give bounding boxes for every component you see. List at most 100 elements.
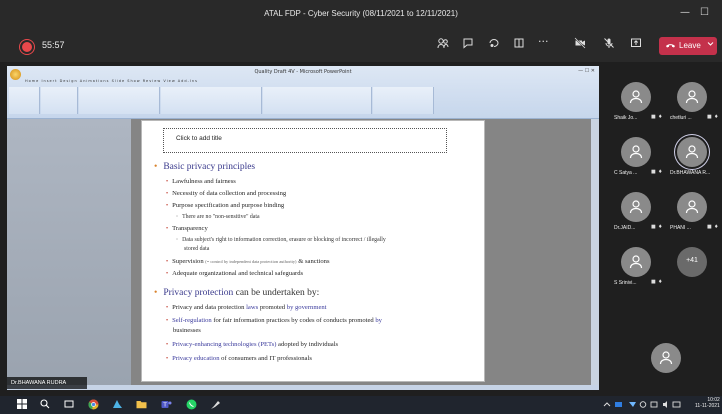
slide: Click to add title • Basic privacy princi… xyxy=(141,120,485,382)
camera-off-icon: ■ xyxy=(707,224,712,230)
rooms-icon[interactable] xyxy=(513,37,525,52)
mic-off-icon: ♦ xyxy=(658,169,663,175)
avatar xyxy=(677,137,707,167)
slide-bullet: • Supervision (= control by independent d… xyxy=(166,258,330,265)
file-explorer-icon[interactable] xyxy=(136,399,147,412)
participant-tile[interactable]: S Srinivi... ■ ♦ xyxy=(609,245,663,293)
mic-off-icon: ♦ xyxy=(714,114,719,120)
system-tray-icons[interactable] xyxy=(602,400,682,411)
participant-tile[interactable]: PHANI ... ■ ♦ xyxy=(665,190,719,238)
minimize-button[interactable]: — xyxy=(680,7,690,18)
mic-off-icon: ♦ xyxy=(714,224,719,230)
recording-icon xyxy=(22,42,32,52)
slide-bullet: • Self-regulation for fair information pr… xyxy=(166,317,382,324)
avatar xyxy=(621,192,651,222)
shared-screen: Quality Draft 4V - Microsoft PowerPoint … xyxy=(7,66,599,390)
chat-icon[interactable] xyxy=(462,37,474,52)
camera-off-icon: ■ xyxy=(707,114,712,120)
participant-name: Dr.JAID... xyxy=(614,225,636,231)
ppt-ribbon: Quality Draft 4V - Microsoft PowerPoint … xyxy=(7,66,599,119)
participant-name: PHANI ... xyxy=(670,225,691,231)
slide-bullet: • Privacy education of consumers and IT p… xyxy=(166,355,312,362)
meeting-toolbar: 55:57 ··· Leave xyxy=(0,30,722,62)
ribbon-group-drawing xyxy=(263,87,372,114)
more-participants-button[interactable]: +41 xyxy=(665,245,719,293)
avatar xyxy=(621,247,651,277)
slide-heading: • Basic privacy principles xyxy=(154,162,256,172)
windows-start-icon[interactable] xyxy=(17,399,27,412)
participant-tile[interactable]: Shaik Jo... ■ ♦ xyxy=(609,80,663,128)
teams-icon[interactable]: T xyxy=(161,399,172,413)
reactions-icon[interactable] xyxy=(488,37,500,52)
slide-bullet: • Lawfulness and fairness xyxy=(166,178,236,185)
window-titlebar: ATAL FDP - Cyber Security (08/11/2021 to… xyxy=(0,0,722,30)
slide-subbullet: ▫ Data subject's right to information cor… xyxy=(176,237,386,243)
whatsapp-icon[interactable] xyxy=(186,399,197,413)
chevron-down-icon[interactable] xyxy=(707,40,714,49)
participant-name: Dr.BHAWANA R... xyxy=(670,170,711,176)
participant-tile[interactable]: C Satya ... ■ ♦ xyxy=(609,135,663,183)
avatar xyxy=(621,82,651,112)
task-view-icon[interactable] xyxy=(64,399,74,412)
participants-icon[interactable] xyxy=(437,37,449,52)
mic-off-icon[interactable] xyxy=(603,37,615,52)
participant-tile-speaking[interactable]: Dr.BHAWANA R... xyxy=(665,135,719,183)
camera-off-icon: ■ xyxy=(651,224,656,230)
participant-name: S Srinivi... xyxy=(614,280,637,286)
ribbon-group-editing xyxy=(373,87,434,114)
ppt-window-title: Quality Draft 4V - Microsoft PowerPoint xyxy=(254,69,352,75)
slide-bullet: • Transparency xyxy=(166,225,208,232)
participant-tile[interactable]: chetluri ... ■ ♦ xyxy=(665,80,719,128)
camera-off-icon: ■ xyxy=(651,279,656,285)
camera-off-icon[interactable] xyxy=(574,37,586,52)
more-participants-badge: +41 xyxy=(677,247,707,277)
app-icon[interactable] xyxy=(112,399,123,413)
chrome-icon[interactable] xyxy=(88,399,99,413)
avatar xyxy=(677,82,707,112)
window-title: ATAL FDP - Cyber Security (08/11/2021 to… xyxy=(264,9,458,18)
slide-bullet: • Purpose specification and purpose bindi… xyxy=(166,202,285,209)
ppt-ribbon-tabs: Home Insert Design Animations Slide Show… xyxy=(25,79,198,83)
camera-off-icon: ■ xyxy=(651,169,656,175)
slide-bullet: • Privacy and data protection laws promot… xyxy=(166,304,327,311)
taskbar-clock[interactable]: 10:02 11-11-2021 xyxy=(695,397,720,409)
participant-name: C Satya ... xyxy=(614,170,638,176)
paint-icon[interactable] xyxy=(210,399,221,413)
participants-panel: Shaik Jo... ■ ♦ chetluri ... ■ ♦ C Satya… xyxy=(605,66,722,396)
meeting-timer: 55:57 xyxy=(42,40,65,50)
more-icon[interactable]: ··· xyxy=(538,35,549,48)
ppt-vertical-scrollbar xyxy=(591,119,599,385)
taskbar-date: 11-11-2021 xyxy=(695,403,720,409)
participant-name: Shaik Jo... xyxy=(614,115,638,121)
phone-hangup-icon xyxy=(665,41,676,52)
ppt-close-icon: — ☐ ✕ xyxy=(578,68,595,74)
slide-bullet: • Adequate organizational and technical s… xyxy=(166,270,304,277)
self-view-avatar[interactable] xyxy=(651,343,681,373)
share-icon[interactable] xyxy=(630,37,642,52)
ppt-status-bar xyxy=(7,385,599,390)
mic-off-icon: ♦ xyxy=(658,279,663,285)
active-speaker-label: Dr.BHAWANA RUDRA xyxy=(7,377,87,389)
windows-taskbar: T 10:02 11-11-2021 xyxy=(0,396,722,414)
participant-name: chetluri ... xyxy=(670,115,692,121)
svg-text:T: T xyxy=(162,403,167,409)
leave-button[interactable]: Leave xyxy=(659,37,717,55)
ribbon-group-slides xyxy=(41,87,78,114)
ribbon-group-clipboard xyxy=(9,87,40,114)
slide-body: • Basic privacy principles • Lawfulness an… xyxy=(142,121,484,381)
slide-thumbnail-pane xyxy=(7,119,131,385)
participant-tile[interactable]: Dr.JAID... ■ ♦ xyxy=(609,190,663,238)
slide-heading: • Privacy protection can be undertaken by… xyxy=(154,288,320,298)
avatar xyxy=(677,192,707,222)
leave-label: Leave xyxy=(679,41,701,50)
mic-off-icon: ♦ xyxy=(658,114,663,120)
slide-subbullet-continued: stored data xyxy=(184,246,210,252)
maximize-button[interactable]: ☐ xyxy=(700,7,709,18)
slide-bullet: • Necessity of data collection and proces… xyxy=(166,190,287,197)
avatar xyxy=(621,137,651,167)
slide-subbullet: ▫ There are no "non-sensitive" data xyxy=(176,214,260,220)
search-icon[interactable] xyxy=(40,399,50,412)
ribbon-group-paragraph xyxy=(161,87,262,114)
camera-off-icon: ■ xyxy=(651,114,656,120)
slide-bullet-continued: businesses xyxy=(173,327,201,334)
